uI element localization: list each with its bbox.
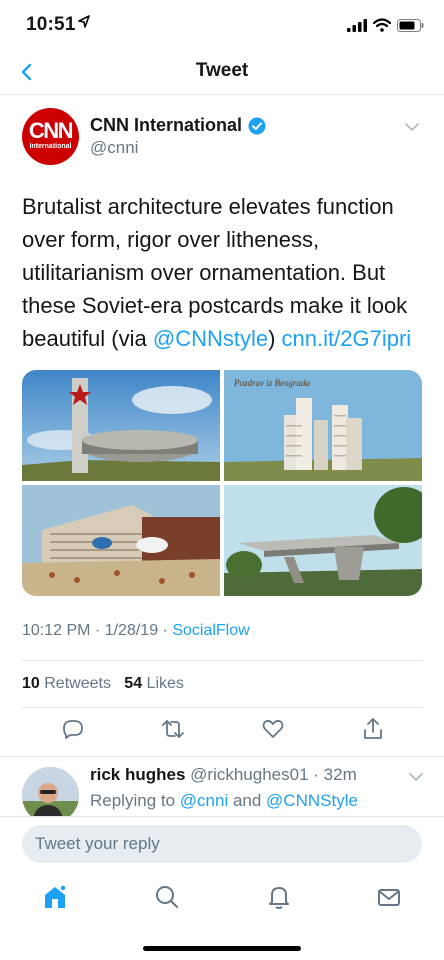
- reply-input[interactable]: [22, 825, 422, 863]
- author-name-row[interactable]: CNN International: [90, 115, 266, 136]
- search-icon[interactable]: [152, 882, 182, 912]
- media-caption: Pozdrav iz Beograda: [233, 378, 310, 388]
- tweet-time: 10:12 PM: [22, 622, 91, 639]
- status-time: 10:51: [26, 14, 76, 35]
- cnn-logo-sub: International: [29, 143, 72, 150]
- belgrade-towers-postcard-image: Pozdrav iz Beograda: [224, 370, 422, 481]
- reply-icon[interactable]: [60, 716, 86, 742]
- likes-label: Likes: [146, 675, 184, 692]
- mention-cnnstyle-link[interactable]: @CNNstyle: [153, 326, 268, 351]
- home-indicator[interactable]: [143, 946, 301, 951]
- cnn-logo: CNN: [28, 118, 74, 143]
- reply-author-name[interactable]: rick hughes: [90, 765, 185, 784]
- author-handle[interactable]: @cnni: [90, 138, 138, 158]
- article-link[interactable]: cnn.it/2G7ipri: [282, 326, 412, 351]
- messages-icon[interactable]: [374, 882, 404, 912]
- notifications-icon[interactable]: [264, 882, 294, 912]
- tweet-source-link[interactable]: SocialFlow: [172, 622, 249, 639]
- retweets-stat[interactable]: 10 Retweets: [22, 675, 111, 692]
- replying-to: Replying to @cnni and @CNNStyle: [90, 791, 358, 811]
- nav-header: Tweet: [0, 50, 444, 95]
- likes-count: 54: [124, 675, 143, 692]
- tweet-media-grid: Pozdrav iz Beograda: [22, 370, 422, 596]
- reply-time: 32m: [323, 765, 357, 784]
- status-bar: 10:51: [0, 0, 444, 50]
- divider: [22, 660, 422, 661]
- reply-avatar[interactable]: [22, 767, 79, 816]
- share-icon[interactable]: [360, 716, 386, 742]
- tweet-author: CNN International CNN International @cnn…: [22, 105, 422, 169]
- like-heart-icon[interactable]: [260, 716, 286, 742]
- tweet-timestamp: 10:12 PM · 1/28/19 · SocialFlow: [22, 622, 250, 639]
- media-image-3[interactable]: [22, 485, 220, 596]
- wifi-icon: [372, 18, 392, 37]
- retweet-icon[interactable]: [160, 716, 186, 742]
- hotel-beach-postcard-image: [22, 485, 220, 596]
- media-image-4[interactable]: [224, 485, 422, 596]
- author-avatar[interactable]: CNN International: [22, 108, 79, 165]
- cellular-signal-icon: [347, 18, 367, 37]
- replying-prefix: Replying to: [90, 791, 180, 810]
- reply-composer: [0, 816, 444, 868]
- reply-avatar-photo: [22, 767, 79, 816]
- reply-mention-cnnstyle[interactable]: @CNNStyle: [266, 791, 358, 810]
- media-image-2[interactable]: Pozdrav iz Beograda: [224, 370, 422, 481]
- tweet-stats: 10 Retweets 54 Likes: [22, 675, 184, 693]
- battery-icon: [397, 18, 424, 37]
- retweets-count: 10: [22, 675, 40, 692]
- author-name: CNN International: [90, 115, 243, 135]
- tweet-text: Brutalist architecture elevates function…: [22, 194, 412, 351]
- modernist-building-postcard-image: [224, 485, 422, 596]
- monument-postcard-image: [22, 370, 220, 481]
- location-arrow-icon: [78, 15, 90, 34]
- media-image-1[interactable]: [22, 370, 220, 481]
- verified-badge-icon: [248, 117, 266, 134]
- reply-author-handle[interactable]: @rickhughes01: [190, 765, 308, 784]
- reply-tweet[interactable]: rick hughes @rickhughes01 · 32m Replying…: [0, 756, 444, 816]
- tweet-actions: [22, 716, 422, 746]
- likes-stat[interactable]: 54 Likes: [124, 675, 184, 692]
- reply-mention-cnni[interactable]: @cnni: [180, 791, 228, 810]
- replying-and: and: [228, 791, 267, 810]
- page-title: Tweet: [195, 60, 249, 81]
- tweet-options-chevron-icon[interactable]: [404, 119, 420, 137]
- retweets-label: Retweets: [44, 675, 111, 692]
- tweet-date: 1/28/19: [104, 622, 159, 639]
- divider: [22, 707, 422, 708]
- reply-author-line: rick hughes @rickhughes01 · 32m: [90, 765, 357, 784]
- home-icon[interactable]: [40, 882, 70, 912]
- reply-options-chevron-icon[interactable]: [408, 769, 424, 787]
